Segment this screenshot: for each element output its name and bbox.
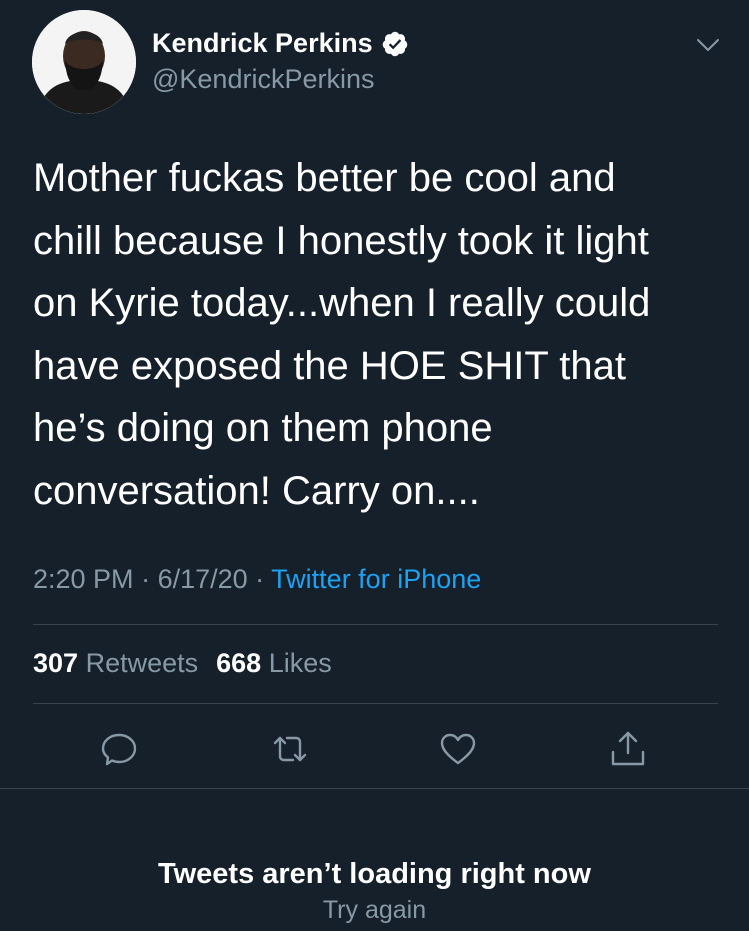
tweet-source-link[interactable]: Twitter for iPhone xyxy=(271,564,481,594)
chevron-down-icon[interactable] xyxy=(694,30,722,58)
divider xyxy=(33,703,718,704)
display-name[interactable]: Kendrick Perkins xyxy=(152,28,409,59)
share-icon[interactable] xyxy=(608,729,648,769)
try-again-link[interactable]: Try again xyxy=(0,896,749,925)
retweets-count: 307 xyxy=(33,648,79,678)
divider xyxy=(0,788,749,789)
likes-label: Likes xyxy=(268,648,332,678)
meta-separator: · xyxy=(247,564,272,594)
avatar-image xyxy=(32,10,136,114)
tweet-stats: 307 Retweets 668 Likes xyxy=(33,648,332,679)
avatar[interactable] xyxy=(32,10,136,114)
tweet-meta: 2:20 PM · 6/17/20 · Twitter for iPhone xyxy=(33,564,481,595)
tweet-text: Mother fuckas better be cool and chill b… xyxy=(33,156,651,513)
likes-count: 668 xyxy=(216,648,262,678)
tweet-date: 6/17/20 xyxy=(157,564,248,594)
reply-icon[interactable] xyxy=(99,729,139,769)
retweets-stat[interactable]: 307 Retweets xyxy=(33,648,198,678)
user-handle[interactable]: @KendrickPerkins xyxy=(152,64,375,95)
error-message: Tweets aren’t loading right now xyxy=(158,858,591,890)
divider xyxy=(33,624,718,625)
like-icon[interactable] xyxy=(438,729,478,769)
meta-separator: · xyxy=(133,564,158,594)
likes-stat[interactable]: 668 Likes xyxy=(216,648,332,678)
display-name-text: Kendrick Perkins xyxy=(152,28,373,58)
retweets-label: Retweets xyxy=(85,648,199,678)
verified-badge-icon xyxy=(381,30,409,58)
retweet-icon[interactable] xyxy=(270,729,310,769)
tweet-time: 2:20 PM xyxy=(33,564,134,594)
